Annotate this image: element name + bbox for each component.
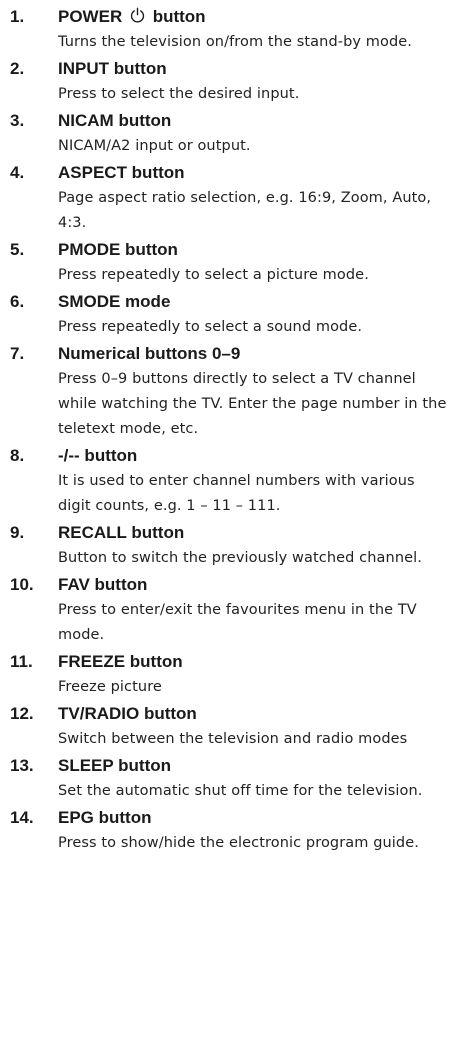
item-number: 5.: [10, 240, 25, 259]
item-title: PMODE button: [58, 240, 178, 259]
item-number: 2.: [10, 59, 25, 78]
item-description: Press repeatedly to select a picture mod…: [58, 267, 369, 283]
item-number: 12.: [10, 704, 34, 723]
item-number: 13.: [10, 756, 34, 775]
item-title: ASPECT button: [58, 163, 185, 182]
item-title: NICAM button: [58, 111, 172, 130]
item-description: Press to show/hide the electronic progra…: [58, 835, 419, 851]
item-description: Turns the television on/from the stand-b…: [58, 34, 413, 50]
list-item: 6. SMODE mode Press repeatedly to select…: [0, 288, 451, 340]
item-number: 3.: [10, 111, 25, 130]
item-title: POWER button: [58, 3, 451, 30]
list-item: 14. EPG button Press to show/hide the el…: [0, 804, 451, 856]
item-description: NICAM/A2 input or output.: [58, 138, 251, 154]
item-number: 7.: [10, 344, 25, 363]
item-number: 10.: [10, 575, 34, 594]
list-item: 8. -/-- button It is used to enter chann…: [0, 442, 451, 519]
list-item: 4. ASPECT button Page aspect ratio selec…: [0, 159, 451, 236]
list-item: 10. FAV button Press to enter/exit the f…: [0, 571, 451, 648]
item-number: 14.: [10, 808, 34, 827]
item-number: 11.: [10, 652, 33, 671]
list-item: 2. INPUT button Press to select the desi…: [0, 55, 451, 107]
item-number: 1.: [10, 7, 25, 26]
list-item: 3. NICAM button NICAM/A2 input or output…: [0, 107, 451, 159]
item-title: SLEEP button: [58, 756, 172, 775]
list-item: 1. POWER button Turns the television on/…: [0, 3, 451, 55]
item-title-text: POWER: [58, 7, 123, 26]
item-title: Numerical buttons 0–9: [58, 344, 241, 363]
item-title: FREEZE button: [58, 652, 183, 671]
item-description: Press to enter/exit the favourites menu …: [58, 602, 417, 643]
item-title-suffix: button: [152, 7, 206, 26]
list-item: 7. Numerical buttons 0–9 Press 0–9 butto…: [0, 340, 451, 442]
item-number: 8.: [10, 446, 25, 465]
item-title: EPG button: [58, 808, 152, 827]
list-item: 13. SLEEP button Set the automatic shut …: [0, 752, 451, 804]
item-title: INPUT button: [58, 59, 167, 78]
item-description: Set the automatic shut off time for the …: [58, 783, 423, 799]
item-number: 4.: [10, 163, 25, 182]
item-description: It is used to enter channel numbers with…: [58, 473, 415, 514]
list-item: 5. PMODE button Press repeatedly to sele…: [0, 236, 451, 288]
item-title: FAV button: [58, 575, 148, 594]
item-title: -/-- button: [58, 446, 138, 465]
item-description: Press repeatedly to select a sound mode.: [58, 319, 363, 335]
button-description-list: 1. POWER button Turns the television on/…: [0, 3, 451, 856]
item-description: Page aspect ratio selection, e.g. 16:9, …: [58, 190, 432, 231]
item-description: Press 0–9 buttons directly to select a T…: [58, 371, 447, 437]
item-title: TV/RADIO button: [58, 704, 197, 723]
power-icon: [130, 7, 145, 23]
item-title: RECALL button: [58, 523, 185, 542]
item-description: Freeze picture: [58, 679, 162, 695]
item-number: 9.: [10, 523, 25, 542]
item-number: 6.: [10, 292, 25, 311]
item-description: Button to switch the previously watched …: [58, 550, 422, 566]
list-item: 11. FREEZE button Freeze picture: [0, 648, 451, 700]
list-item: 9. RECALL button Button to switch the pr…: [0, 519, 451, 571]
item-description: Switch between the television and radio …: [58, 731, 408, 747]
item-title: SMODE mode: [58, 292, 171, 311]
item-description: Press to select the desired input.: [58, 86, 300, 102]
list-item: 12. TV/RADIO button Switch between the t…: [0, 700, 451, 752]
